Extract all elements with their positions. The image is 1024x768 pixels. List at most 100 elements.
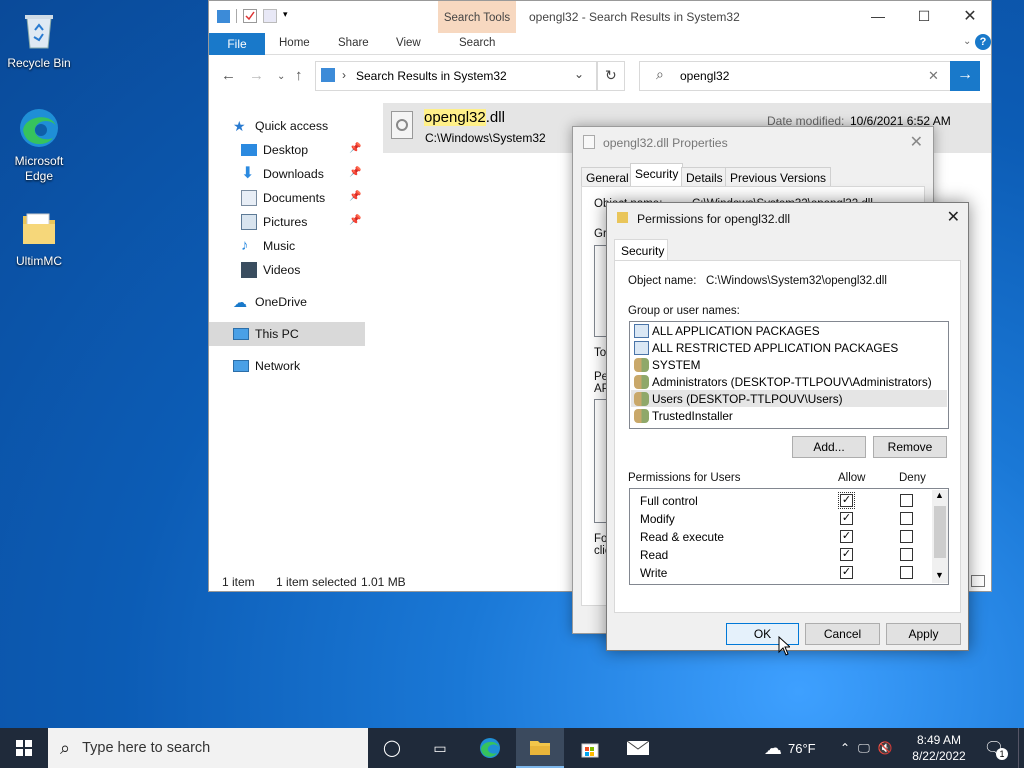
allow-checkbox[interactable]: ✓: [840, 548, 853, 561]
pin-icon: 📌: [349, 143, 362, 154]
ribbon-expand-icon[interactable]: ⌄: [963, 36, 971, 47]
tab-security[interactable]: Security: [630, 163, 684, 187]
user-listbox[interactable]: ALL APPLICATION PACKAGES ALL RESTRICTED …: [629, 321, 949, 429]
up-arrow-icon[interactable]: ↑: [295, 67, 303, 84]
network-icon[interactable]: 🖵: [858, 741, 870, 756]
computer-icon: [233, 328, 249, 340]
scroll-down-icon[interactable]: ▼: [935, 570, 944, 580]
sidebar-item-desktop[interactable]: Desktop: [241, 138, 308, 162]
search-go-button[interactable]: →: [950, 61, 980, 91]
back-arrow-icon[interactable]: ←: [221, 67, 236, 84]
scroll-thumb[interactable]: [934, 506, 946, 558]
tab-home[interactable]: Home: [279, 37, 310, 49]
list-item[interactable]: Administrators (DESKTOP-TTLPOUV\Administ…: [634, 373, 932, 390]
refresh-button[interactable]: ↻: [597, 61, 625, 91]
deny-checkbox[interactable]: [900, 494, 913, 507]
list-item[interactable]: ALL APPLICATION PACKAGES: [634, 322, 820, 339]
remove-button[interactable]: Remove: [873, 436, 947, 458]
deny-checkbox[interactable]: [900, 548, 913, 561]
allow-checkbox[interactable]: ✓: [840, 530, 853, 543]
permissions-listbox[interactable]: Full control Modify Read & execute Read …: [629, 488, 949, 585]
search-input[interactable]: opengl32: [680, 69, 729, 83]
recycle-bin-shortcut[interactable]: Recycle Bin: [1, 8, 77, 71]
close-icon[interactable]: ✕: [947, 207, 960, 227]
users-group-icon: [634, 374, 649, 389]
taskbar-search-box[interactable]: ⌕ Type here to search: [48, 728, 368, 768]
sidebar-item-this-pc[interactable]: This PC: [233, 322, 299, 346]
search-box[interactable]: ⌕ opengl32 ✕: [639, 61, 951, 91]
edge-label: Microsoft Edge: [14, 154, 64, 183]
tab-search[interactable]: Search: [459, 37, 495, 49]
deny-checkbox[interactable]: [900, 530, 913, 543]
list-item[interactable]: ALL RESTRICTED APPLICATION PACKAGES: [634, 339, 898, 356]
allow-checkbox[interactable]: ✓: [840, 566, 853, 579]
apply-button[interactable]: Apply: [886, 623, 961, 645]
tab-security[interactable]: Security: [614, 239, 668, 261]
help-icon[interactable]: ?: [975, 34, 991, 50]
tab-file[interactable]: File: [209, 33, 265, 55]
deny-checkbox[interactable]: [900, 566, 913, 579]
sidebar-item-videos[interactable]: Videos: [241, 258, 300, 282]
show-hidden-icons-icon[interactable]: ⌃: [840, 741, 850, 755]
list-item[interactable]: SYSTEM: [634, 356, 701, 373]
minimize-button[interactable]: —: [855, 1, 901, 31]
recycle-bin-icon: [17, 8, 61, 52]
sidebar-item-downloads[interactable]: ⬇ Downloads: [241, 162, 324, 186]
edge-shortcut[interactable]: Microsoft Edge: [1, 106, 77, 184]
address-dropdown-icon[interactable]: ⌄: [574, 67, 584, 81]
cancel-button[interactable]: Cancel: [805, 623, 880, 645]
volume-muted-icon[interactable]: 🔇: [878, 741, 893, 755]
allow-column-header: Allow: [838, 472, 866, 484]
view-toggle-icon[interactable]: [971, 575, 985, 587]
clock[interactable]: 8:49 AM 8/22/2022: [908, 728, 970, 768]
edge-taskbar-icon[interactable]: [466, 728, 514, 768]
forward-arrow-icon[interactable]: →: [249, 67, 264, 84]
tab-share[interactable]: Share: [338, 37, 369, 49]
add-button[interactable]: Add...: [792, 436, 866, 458]
weather-widget[interactable]: ☁ 76°F: [764, 728, 816, 768]
cortana-icon[interactable]: ◯: [368, 728, 416, 768]
cloud-rain-icon: ☁: [764, 737, 782, 758]
tab-view[interactable]: View: [396, 37, 421, 49]
object-name-label: Object name:: [628, 275, 697, 287]
new-folder-qat-icon[interactable]: [263, 9, 277, 23]
recent-locations-icon[interactable]: ⌄: [277, 71, 285, 82]
sidebar-item-onedrive[interactable]: ☁ OneDrive: [233, 290, 307, 314]
users-group-icon: [634, 357, 649, 372]
clear-search-icon[interactable]: ✕: [928, 68, 939, 84]
tab-previous-versions[interactable]: Previous Versions: [725, 167, 832, 187]
search-results-icon: [321, 68, 335, 82]
tab-general[interactable]: General: [581, 167, 634, 187]
sidebar-label: Quick access: [255, 119, 329, 133]
properties-qat-icon[interactable]: [243, 9, 257, 23]
sidebar-item-network[interactable]: Network: [233, 354, 300, 378]
scroll-up-icon[interactable]: ▲: [935, 490, 944, 500]
task-view-icon[interactable]: ▭: [416, 728, 464, 768]
start-button[interactable]: [0, 728, 48, 768]
close-icon[interactable]: ✕: [910, 132, 923, 152]
sidebar-item-documents[interactable]: Documents: [241, 186, 325, 210]
list-item[interactable]: Users (DESKTOP-TTLPOUV\Users): [634, 390, 843, 407]
file-explorer-taskbar-icon[interactable]: [516, 728, 564, 768]
mail-taskbar-icon[interactable]: [614, 728, 662, 768]
sidebar-item-music[interactable]: ♪ Music: [241, 234, 295, 258]
allow-checkbox[interactable]: ✓: [840, 512, 853, 525]
allow-checkbox[interactable]: ✓: [838, 492, 855, 509]
qat-dropdown-icon[interactable]: ▾: [283, 9, 293, 23]
ultimmc-shortcut[interactable]: UltimMC: [1, 206, 77, 269]
address-bar[interactable]: › Search Results in System32 ⌄: [315, 61, 597, 91]
scrollbar[interactable]: ▲ ▼: [932, 490, 948, 583]
list-item[interactable]: TrustedInstaller: [634, 407, 733, 424]
tab-details[interactable]: Details: [681, 167, 728, 187]
sidebar-item-pictures[interactable]: Pictures: [241, 210, 307, 234]
store-taskbar-icon[interactable]: [566, 728, 614, 768]
permissions-for-label: Permissions for Users: [628, 472, 741, 484]
notification-count-badge: 1: [996, 748, 1008, 760]
show-desktop-button[interactable]: [1018, 728, 1024, 768]
close-button[interactable]: ✕: [947, 1, 993, 31]
maximize-button[interactable]: ☐: [901, 1, 947, 31]
deny-checkbox[interactable]: [900, 512, 913, 525]
notification-center-button[interactable]: 🗨 1: [982, 728, 1008, 768]
sidebar-label: Pictures: [263, 215, 308, 229]
sidebar-item-quick-access[interactable]: ★ Quick access: [233, 114, 328, 138]
